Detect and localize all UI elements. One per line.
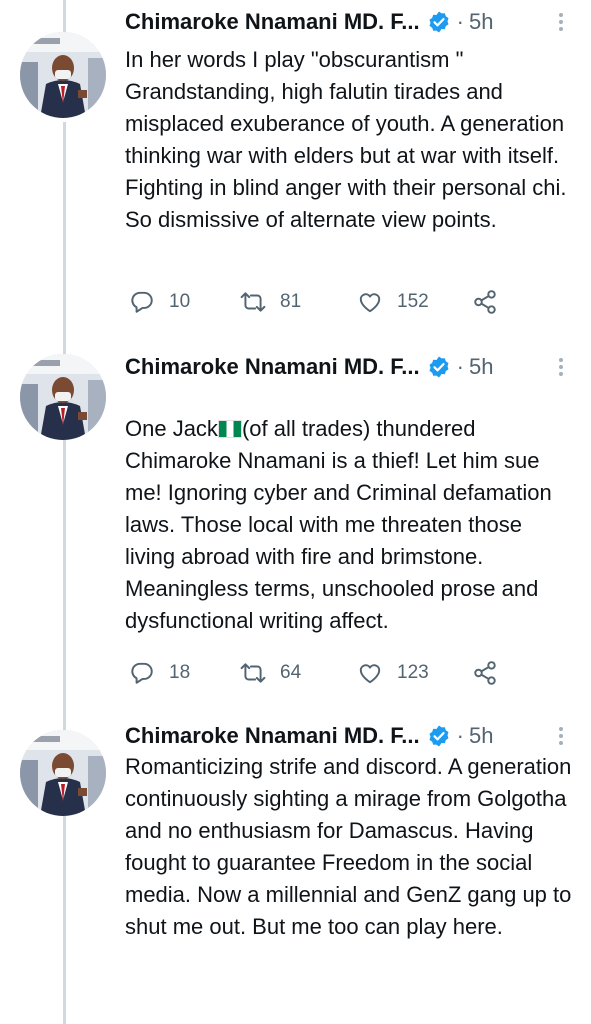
- retweet-icon: [240, 292, 266, 312]
- timestamp[interactable]: 5h: [469, 354, 493, 380]
- separator: ·: [456, 723, 464, 748]
- avatar[interactable]: [20, 354, 106, 440]
- reply-count: 10: [169, 291, 191, 312]
- author-name[interactable]: Chimaroke Nnamani MD. F...: [125, 9, 420, 35]
- heart-icon: [359, 664, 381, 684]
- reply-icon: [131, 662, 153, 684]
- share-button[interactable]: [472, 656, 512, 690]
- tweet-header: Chimaroke Nnamani MD. F... · 5h: [125, 351, 569, 383]
- like-count: 152: [397, 291, 429, 312]
- more-options-icon[interactable]: [553, 351, 569, 383]
- retweet-count: 81: [280, 291, 302, 312]
- tweet-header: Chimaroke Nnamani MD. F... · 5h: [125, 6, 569, 38]
- tweet-text-part: (of all trades) thundered Chimaroke Nnam…: [125, 416, 552, 633]
- tweet-text-part: One Jack: [125, 416, 218, 441]
- tweet-3[interactable]: Chimaroke Nnamani MD. F... · 5h Romantic…: [0, 720, 591, 1024]
- reply-button[interactable]: 10: [129, 285, 190, 319]
- author-name[interactable]: Chimaroke Nnamani MD. F...: [125, 723, 420, 749]
- reply-icon: [131, 291, 153, 313]
- share-icon: [474, 661, 496, 685]
- retweet-icon: [240, 663, 266, 683]
- thread-connector: [63, 122, 66, 345]
- like-button[interactable]: 123: [357, 656, 429, 690]
- tweet-actions: 18 64 123: [125, 656, 525, 690]
- retweet-count: 64: [280, 662, 302, 683]
- verified-badge-icon: [427, 355, 451, 379]
- thread-connector: [63, 720, 66, 730]
- tweet-text: One Jack (of all trades) thundered Chimar…: [125, 381, 575, 637]
- author-name[interactable]: Chimaroke Nnamani MD. F...: [125, 354, 420, 380]
- tweet-header: Chimaroke Nnamani MD. F... · 5h: [125, 720, 569, 752]
- separator: ·: [456, 9, 464, 34]
- verified-badge-icon: [427, 724, 451, 748]
- tweet-text: In her words I play "obscurantism " Gran…: [125, 47, 567, 232]
- timestamp[interactable]: 5h: [469, 9, 493, 35]
- reply-button[interactable]: 18: [129, 656, 190, 690]
- more-options-icon[interactable]: [553, 6, 569, 38]
- reply-count: 18: [169, 662, 191, 683]
- avatar[interactable]: [20, 32, 106, 118]
- tweet-2[interactable]: Chimaroke Nnamani MD. F... · 5h One Jack…: [0, 345, 591, 720]
- share-button[interactable]: [472, 285, 512, 319]
- avatar[interactable]: [20, 730, 106, 816]
- retweet-button[interactable]: 64: [240, 656, 301, 690]
- timestamp[interactable]: 5h: [469, 723, 493, 749]
- share-icon: [474, 290, 496, 314]
- retweet-button[interactable]: 81: [240, 285, 301, 319]
- nigeria-flag-icon: [217, 420, 242, 438]
- more-options-icon[interactable]: [553, 720, 569, 752]
- separator: ·: [456, 354, 464, 379]
- like-count: 123: [397, 662, 429, 683]
- thread-connector: [63, 345, 66, 354]
- tweet-actions: 10 81 152: [125, 285, 525, 319]
- tweet-text: Romanticizing strife and discord. A gene…: [125, 754, 572, 939]
- like-button[interactable]: 152: [357, 285, 429, 319]
- verified-badge-icon: [427, 10, 451, 34]
- tweet-1[interactable]: Chimaroke Nnamani MD. F... · 5h In her w…: [0, 0, 591, 345]
- thread-connector: [63, 816, 66, 1024]
- heart-icon: [359, 293, 381, 313]
- thread-connector: [63, 440, 66, 720]
